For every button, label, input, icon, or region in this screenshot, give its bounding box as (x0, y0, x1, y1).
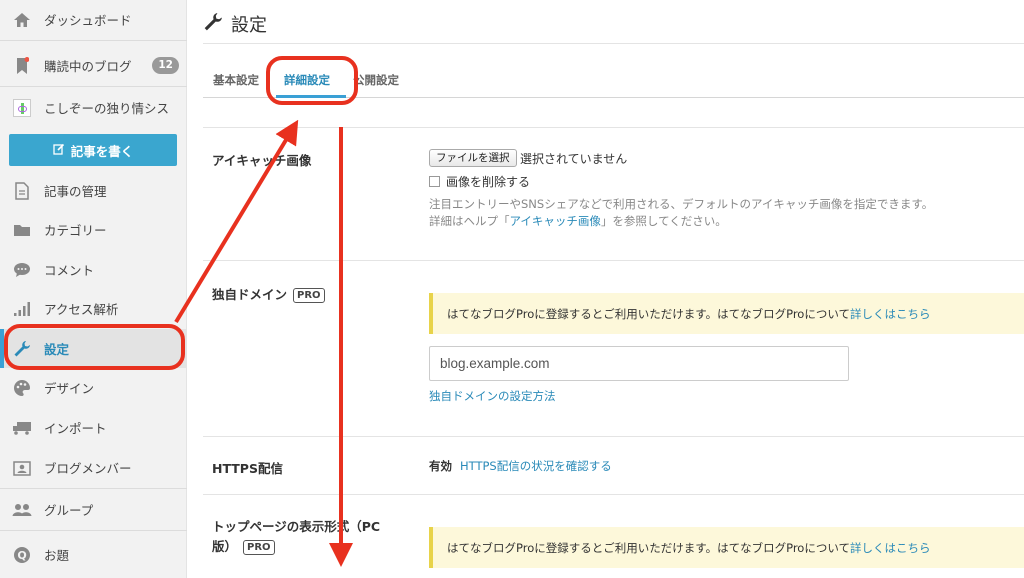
page-title-text: 設定 (231, 15, 267, 36)
custom-domain-label-text: 独自ドメイン (212, 287, 288, 302)
divider (0, 488, 187, 489)
unread-count-badge: 12 (152, 57, 179, 74)
https-status: 有効 (429, 459, 452, 473)
sidebar-item-members[interactable]: ブログメンバー (0, 448, 187, 487)
divider (0, 86, 187, 87)
sidebar-item-label: 購読中のブログ (44, 59, 132, 74)
divider (203, 494, 1024, 495)
edit-icon (53, 143, 65, 158)
wrench-icon (12, 339, 32, 359)
pro-notice-text: はてなブログProに登録するとご利用いただけます。はてなブログProについて (447, 540, 850, 555)
q-circle-icon: Q (12, 545, 32, 565)
file-status: 選択されていません (520, 152, 628, 166)
sidebar-item-label: 設定 (44, 342, 70, 357)
sidebar-item-groups[interactable]: グループ (0, 490, 187, 529)
pro-details-link[interactable]: 詳しくはこちら (850, 540, 931, 556)
blog-name: こしぞーの独り情シス (44, 101, 170, 116)
sidebar-item-label: お題 (44, 548, 70, 563)
tab-basic-settings[interactable]: 基本設定 (213, 72, 259, 88)
sidebar-item-analytics[interactable]: アクセス解析 (0, 289, 187, 328)
sidebar-item-label: 記事の管理 (44, 184, 107, 199)
https-status-row: 有効 HTTPS配信の状況を確認する (429, 458, 612, 474)
delete-image-checkbox[interactable] (429, 176, 440, 187)
toppage-label-line2-text: 版） (212, 539, 238, 554)
comment-icon (12, 260, 32, 280)
help-suffix: 」を参照してください。 (600, 214, 727, 228)
eyecatch-help-link[interactable]: アイキャッチ画像 (510, 214, 601, 228)
divider (203, 43, 1024, 44)
member-card-icon (12, 458, 32, 478)
document-icon (12, 181, 32, 201)
settings-main: 設定 基本設定 詳細設定 公開設定 アイキャッチ画像 ファイルを選択 選択されて… (203, 0, 1024, 578)
group-icon (12, 500, 32, 520)
pro-notice: はてなブログProに登録するとご利用いただけます。はてなブログProについて 詳し… (429, 293, 1024, 334)
sidebar-item-label: インポート (44, 421, 107, 436)
choose-file-button[interactable]: ファイルを選択 (429, 149, 517, 167)
active-tab-indicator (276, 95, 346, 98)
wrench-icon (203, 12, 223, 37)
sidebar-item-import[interactable]: インポート (0, 408, 187, 447)
palette-icon (12, 378, 32, 398)
sidebar-item-blog[interactable]: こしぞーの独り情シス (0, 88, 187, 127)
sidebar-item-topics[interactable]: Q お題 (0, 535, 187, 574)
write-article-button[interactable]: 記事を書く (9, 134, 177, 166)
pro-details-link[interactable]: 詳しくはこちら (850, 306, 931, 322)
sidebar-item-categories[interactable]: カテゴリー (0, 210, 187, 249)
sidebar-item-articles[interactable]: 記事の管理 (0, 171, 187, 210)
blog-thumbnail-icon (12, 98, 32, 118)
sidebar-item-label: ブログメンバー (44, 461, 132, 476)
sidebar-item-label: グループ (44, 503, 94, 518)
custom-domain-label: 独自ドメイン PRO (212, 284, 325, 303)
custom-domain-input[interactable]: blog.example.com (429, 346, 849, 381)
delete-image-label: 画像を削除する (446, 175, 531, 189)
divider (0, 530, 187, 531)
home-icon (12, 10, 32, 30)
eyecatch-help-reference: 詳細はヘルプ「アイキャッチ画像」を参照してください。 (429, 213, 727, 229)
toppage-label-line1: トップページの表示形式（PC (212, 519, 381, 534)
svg-text:Q: Q (17, 549, 26, 562)
tab-publish-settings[interactable]: 公開設定 (353, 72, 399, 88)
eyecatch-help-text: 注目エントリーやSNSシェアなどで利用される、デフォルトのアイキャッチ画像を指定… (429, 197, 934, 211)
bar-chart-icon (12, 299, 32, 319)
pro-notice: はてなブログProに登録するとご利用いただけます。はてなブログProについて 詳し… (429, 527, 1024, 568)
https-check-link[interactable]: HTTPS配信の状況を確認する (460, 459, 612, 473)
toppage-label-line2: 版） PRO (212, 536, 275, 555)
sidebar-item-label: デザイン (44, 381, 95, 396)
sidebar-item-subscribed-blogs[interactable]: 購読中のブログ 12 (0, 46, 187, 85)
pro-badge: PRO (243, 540, 275, 555)
delete-image-option[interactable]: 画像を削除する (429, 173, 530, 190)
sidebar-item-settings[interactable]: 設定 (0, 329, 187, 368)
sidebar: ダッシュボード 購読中のブログ 12 こしぞーの独り情シス 記事を書く 記事の管… (0, 0, 187, 578)
sidebar-item-label: カテゴリー (44, 223, 107, 238)
sidebar-item-label: アクセス解析 (44, 302, 119, 317)
divider (203, 260, 1024, 261)
divider (203, 436, 1024, 437)
sidebar-item-design[interactable]: デザイン (0, 368, 187, 407)
page-title: 設定 (203, 12, 267, 36)
divider (0, 40, 187, 41)
bookmark-icon (12, 56, 32, 76)
https-label: HTTPS配信 (212, 461, 283, 476)
pro-badge: PRO (293, 288, 325, 303)
help-prefix: 詳細はヘルプ「 (429, 214, 510, 228)
tab-advanced-settings[interactable]: 詳細設定 (284, 72, 330, 88)
eyecatch-label: アイキャッチ画像 (212, 153, 312, 168)
truck-icon (12, 418, 32, 438)
divider (203, 127, 1024, 128)
folder-icon (12, 220, 32, 240)
custom-domain-howto-link[interactable]: 独自ドメインの設定方法 (429, 388, 556, 404)
pro-notice-text: はてなブログProに登録するとご利用いただけます。はてなブログProについて (447, 306, 850, 321)
write-article-label: 記事を書く (70, 143, 134, 159)
sidebar-item-label: ダッシュボード (44, 13, 132, 28)
sidebar-item-label: コメント (44, 263, 95, 278)
sidebar-item-comments[interactable]: コメント (0, 250, 187, 289)
sidebar-item-dashboard[interactable]: ダッシュボード (0, 0, 187, 39)
